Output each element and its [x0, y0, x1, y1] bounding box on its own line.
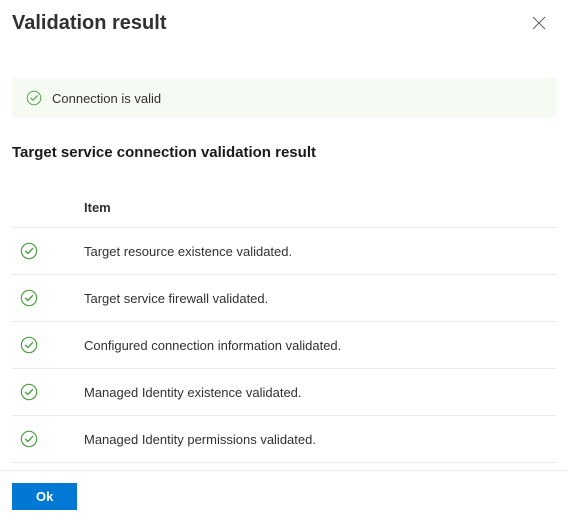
success-check-icon	[20, 242, 38, 260]
row-status-cell	[12, 336, 84, 354]
banner-message: Connection is valid	[52, 91, 161, 106]
table-row: Target resource existence validated.	[12, 228, 556, 275]
validation-table: Item Target resource existence validated…	[12, 191, 556, 463]
table-row: Managed Identity permissions validated.	[12, 416, 556, 463]
column-header-item: Item	[84, 200, 111, 215]
row-status-cell	[12, 430, 84, 448]
row-item-text: Target service firewall validated.	[84, 291, 268, 306]
row-item-text: Configured connection information valida…	[84, 338, 341, 353]
success-check-icon	[20, 430, 38, 448]
row-item-text: Managed Identity permissions validated.	[84, 432, 316, 447]
table-row: Target service firewall validated.	[12, 275, 556, 322]
close-button[interactable]	[528, 12, 550, 38]
success-check-icon	[20, 336, 38, 354]
row-status-cell	[12, 242, 84, 260]
table-header-row: Item	[12, 191, 556, 228]
table-row: Configured connection information valida…	[12, 322, 556, 369]
ok-button[interactable]: Ok	[12, 483, 77, 510]
dialog-header: Validation result	[0, 0, 568, 38]
close-icon	[532, 17, 546, 34]
row-item-text: Managed Identity existence validated.	[84, 385, 302, 400]
section-title: Target service connection validation res…	[12, 144, 556, 161]
row-status-cell	[12, 289, 84, 307]
dialog-footer: Ok	[0, 470, 568, 522]
success-check-icon	[20, 383, 38, 401]
success-check-icon	[20, 289, 38, 307]
row-item-text: Target resource existence validated.	[84, 244, 292, 259]
row-status-cell	[12, 383, 84, 401]
dialog-title: Validation result	[12, 12, 166, 35]
table-row: Managed Identity existence validated.	[12, 369, 556, 416]
success-banner: Connection is valid	[12, 78, 556, 118]
success-check-icon	[26, 90, 42, 106]
